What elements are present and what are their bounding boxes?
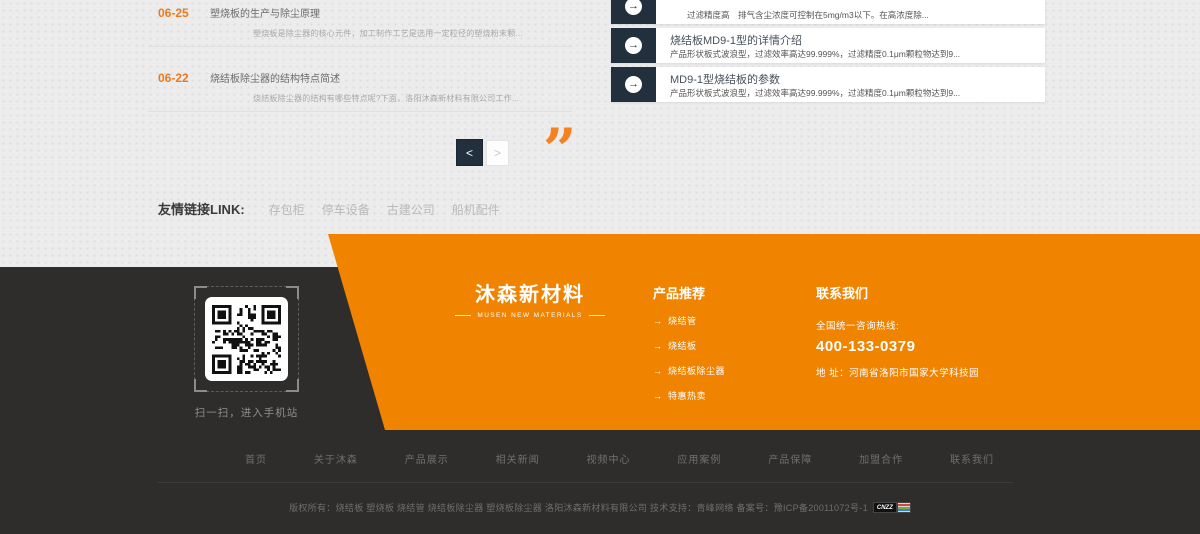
- page: 06-25 塑烧板的生产与除尘原理 塑烧板是除尘器的核心元件，加工制作工艺是选用…: [0, 0, 1200, 534]
- news-title[interactable]: 塑烧板的生产与除尘原理: [210, 4, 320, 20]
- product-link[interactable]: 烧结管: [668, 314, 697, 327]
- news-item[interactable]: 06-25 塑烧板的生产与除尘原理 塑烧板是除尘器的核心元件，加工制作工艺是选用…: [148, 0, 572, 55]
- next-page-button[interactable]: >: [486, 140, 509, 166]
- qr-code-image: [205, 297, 288, 381]
- hotline-phone: 400-133-0379: [816, 338, 979, 355]
- news-title[interactable]: 烧结板除尘器的结构特点简述: [210, 69, 340, 85]
- divider: [148, 111, 572, 112]
- arrow-circle-icon: →: [625, 37, 642, 54]
- news-list: 06-25 塑烧板的生产与除尘原理 塑烧板是除尘器的核心元件，加工制作工艺是选用…: [148, 0, 572, 120]
- arrow-icon-box: →: [611, 28, 656, 63]
- quote-decoration: ”: [543, 121, 576, 179]
- product-link[interactable]: 烧结板除尘器: [668, 364, 725, 377]
- article-title[interactable]: MD9-1型烧结板的参数: [670, 71, 960, 85]
- logo-title: 沐森新材料: [455, 278, 605, 307]
- article-title[interactable]: 烧结板MD9-1型的详情介绍: [670, 32, 960, 46]
- article-card[interactable]: → 过滤精度高 排气含尘浓度可控制在5mg/m3以下。在高浓度除...: [611, 0, 1045, 24]
- products-heading: 产品推荐: [653, 283, 725, 302]
- article-card[interactable]: → MD9-1型烧结板的参数 产品形状板式波浪型，过滤效率高达99.999%，过…: [611, 67, 1045, 102]
- pagination: < >: [456, 139, 509, 166]
- copyright-row: 版权所有：烧结板 塑烧板 烧结管 烧结板除尘器 塑烧板除尘器 洛阳沐森新材料有限…: [0, 501, 1200, 514]
- hotline-label: 全国统一咨询热线:: [816, 318, 979, 332]
- cnzz-label: CNZZ: [873, 502, 897, 513]
- logo-dash-right: [589, 315, 605, 316]
- article-card[interactable]: → 烧结板MD9-1型的详情介绍 产品形状板式波浪型，过滤效率高达99.999%…: [611, 28, 1045, 63]
- article-desc: 产品形状板式波浪型，过滤效率高达99.999%，过滤精度0.1μm颗粒物达到9.…: [670, 46, 960, 60]
- qr-module: 扫一扫，进入手机站: [193, 286, 300, 420]
- company-address: 地 址：河南省洛阳市国家大学科技园: [816, 365, 979, 379]
- footer-nav-item[interactable]: 关于沐森: [314, 451, 358, 466]
- footer-nav-item[interactable]: 应用案例: [677, 451, 721, 466]
- article-desc: 过滤精度高 排气含尘浓度可控制在5mg/m3以下。在高浓度除...: [670, 7, 929, 21]
- friend-link[interactable]: 船机配件: [452, 201, 500, 218]
- product-link[interactable]: 特惠热卖: [668, 389, 706, 402]
- logo-dash-left: [455, 315, 471, 316]
- footer-nav: 首页 关于沐森 产品展示 相关新闻 视频中心 应用案例 产品保障 加盟合作 联系…: [245, 451, 994, 466]
- footer-nav-item[interactable]: 首页: [245, 451, 267, 466]
- news-date: 06-22: [148, 69, 210, 85]
- arrow-icon: →: [653, 316, 662, 326]
- top-section: 06-25 塑烧板的生产与除尘原理 塑烧板是除尘器的核心元件，加工制作工艺是选用…: [0, 0, 1200, 267]
- arrow-icon: →: [653, 341, 662, 351]
- article-list: → 过滤精度高 排气含尘浓度可控制在5mg/m3以下。在高浓度除... → 烧结…: [611, 0, 1045, 106]
- footer-contact-column: 联系我们 全国统一咨询热线: 400-133-0379 地 址：河南省洛阳市国家…: [816, 283, 979, 379]
- qr-caption: 扫一扫，进入手机站: [193, 405, 300, 420]
- footer-nav-item[interactable]: 联系我们: [950, 451, 994, 466]
- news-item[interactable]: 06-22 烧结板除尘器的结构特点简述 烧结板除尘器的结构有哪些特点呢?下面，洛…: [148, 55, 572, 120]
- arrow-icon-box: →: [611, 67, 656, 102]
- arrow-icon-box: →: [611, 0, 656, 24]
- footer-nav-item[interactable]: 视频中心: [587, 451, 631, 466]
- arrow-icon: →: [653, 366, 662, 376]
- footer-nav-item[interactable]: 加盟合作: [859, 451, 903, 466]
- footer-divider: [158, 482, 1013, 483]
- qr-scan-frame: [194, 286, 299, 392]
- cnzz-stats-badge[interactable]: CNZZ: [873, 502, 911, 513]
- footer-logo: 沐森新材料 MUSEN NEW MATERIALS: [455, 278, 605, 319]
- contact-heading: 联系我们: [816, 283, 979, 302]
- cnzz-stripes-icon: [897, 502, 911, 513]
- article-title[interactable]: [670, 0, 929, 7]
- footer-nav-item[interactable]: 相关新闻: [496, 451, 540, 466]
- logo-subtitle: MUSEN NEW MATERIALS: [477, 312, 582, 319]
- arrow-icon: →: [653, 391, 662, 401]
- news-desc: 塑烧板是除尘器的核心元件，加工制作工艺是选用一定粒径的塑烧粉末颗...: [148, 20, 572, 39]
- friend-link[interactable]: 古建公司: [387, 201, 435, 218]
- copyright-text: 版权所有：烧结板 塑烧板 烧结管 烧结板除尘器 塑烧板除尘器 洛阳沐森新材料有限…: [289, 501, 868, 514]
- news-date: 06-25: [148, 4, 210, 20]
- product-link[interactable]: 烧结板: [668, 339, 697, 352]
- prev-page-button[interactable]: <: [456, 139, 483, 166]
- article-desc: 产品形状板式波浪型，过滤效率高达99.999%，过滤精度0.1μm颗粒物达到9.…: [670, 85, 960, 99]
- arrow-circle-icon: →: [625, 76, 642, 93]
- news-desc: 烧结板除尘器的结构有哪些特点呢?下面，洛阳沐森新材料有限公司工作...: [148, 85, 572, 104]
- friend-links: 友情链接LINK: 存包柜 停车设备 古建公司 船机配件: [158, 199, 517, 218]
- divider: [148, 46, 572, 47]
- friend-links-label: 友情链接LINK:: [158, 199, 245, 218]
- friend-link[interactable]: 存包柜: [269, 201, 305, 218]
- friend-link[interactable]: 停车设备: [322, 201, 370, 218]
- footer-nav-item[interactable]: 产品展示: [405, 451, 449, 466]
- footer-products-column: 产品推荐 → 烧结管 → 烧结板 → 烧结板除尘器 → 特惠热卖: [653, 283, 725, 402]
- footer-nav-item[interactable]: 产品保障: [768, 451, 812, 466]
- arrow-circle-icon: →: [625, 0, 642, 15]
